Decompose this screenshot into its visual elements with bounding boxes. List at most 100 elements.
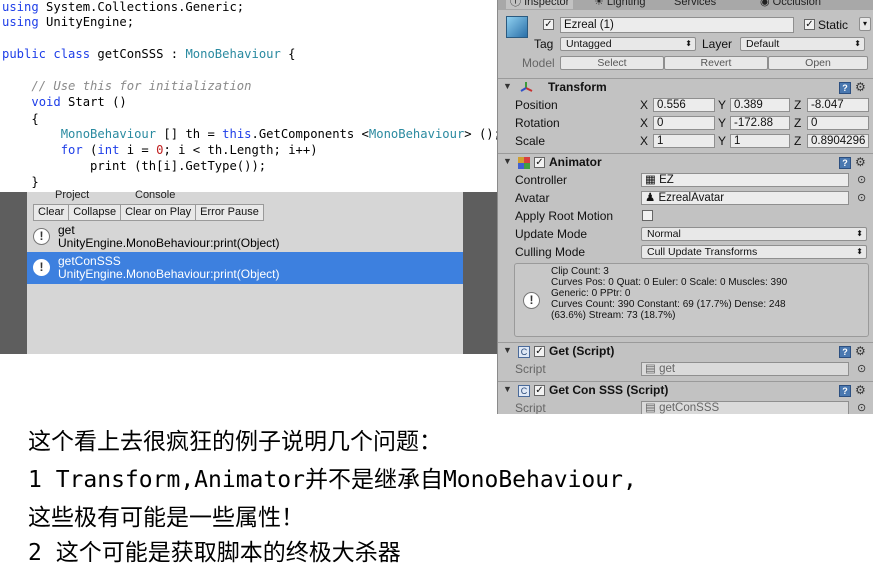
gear-icon[interactable]: ⚙	[855, 81, 866, 93]
caption-line: 1 Transform,Animator并不是继承自MonoBehaviour,	[28, 467, 637, 493]
transform-title: Transform	[548, 80, 607, 94]
animator-info-line: Generic: 0 PPtr: 0	[551, 288, 631, 299]
code-token: [] th =	[156, 127, 223, 141]
transform-scale-x-field[interactable]: 1	[653, 134, 715, 148]
axis-y-label: Y	[718, 116, 727, 130]
object-name-field[interactable]: Ezreal (1)	[560, 17, 794, 33]
avatar-field[interactable]: ♟ EzrealAvatar	[641, 191, 849, 205]
console-backdrop: Project Console Clear Collapse Clear on …	[0, 189, 497, 354]
tab-lighting[interactable]: ☀ Lighting	[594, 0, 645, 9]
gear-icon[interactable]: ⚙	[855, 384, 866, 396]
transform-rotation-y-field[interactable]: -172.88	[730, 116, 790, 130]
code-token: using	[2, 15, 39, 29]
tab-project[interactable]: Project	[55, 188, 89, 202]
model-revert-button[interactable]: Revert	[664, 56, 768, 70]
tab-services[interactable]: Services	[674, 0, 716, 9]
help-icon[interactable]: ?	[839, 157, 851, 169]
transform-scale-y-field[interactable]: 1	[730, 134, 790, 148]
code-token: {	[280, 47, 296, 61]
csharp-script-icon: C	[518, 385, 530, 397]
object-picker-icon[interactable]: ⊙	[857, 191, 866, 204]
gameobject-cube-icon	[506, 16, 528, 38]
code-token: MonoBehaviour	[60, 127, 157, 141]
transform-header[interactable]: ▼ Transform ? ⚙	[498, 78, 873, 96]
model-label: Model	[522, 56, 555, 70]
help-icon[interactable]: ?	[839, 385, 851, 397]
code-line: using System.Collections.Generic;	[2, 0, 244, 15]
clear-button[interactable]: Clear	[34, 205, 70, 220]
object-picker-icon[interactable]: ⊙	[857, 173, 866, 186]
gear-icon[interactable]: ⚙	[855, 345, 866, 357]
help-icon[interactable]: ?	[839, 82, 851, 94]
tag-dropdown[interactable]: Untagged ⬍	[560, 37, 696, 51]
code-editor[interactable]: using System.Collections.Generic; using U…	[0, 0, 497, 192]
layer-label: Layer	[702, 37, 733, 51]
active-checkbox[interactable]: ✓	[543, 19, 554, 30]
gear-icon[interactable]: ⚙	[855, 156, 866, 168]
transform-rotation-x-field[interactable]: 0	[653, 116, 715, 130]
transform-scale-z-field[interactable]: 0.8904296	[807, 134, 869, 148]
layer-dropdown[interactable]: Default ⬍	[740, 37, 865, 51]
getconsss-script-enabled-checkbox[interactable]: ✓	[534, 385, 545, 396]
getconsss-script-header[interactable]: ▼ C ✓ Get Con SSS (Script) ? ⚙	[498, 381, 873, 399]
transform-position-x-field[interactable]: 0.556	[653, 98, 715, 112]
tab-inspector[interactable]: ⓘ Inspector	[506, 0, 574, 9]
code-token: void	[31, 95, 61, 109]
code-token: MonoBehaviour	[185, 47, 281, 61]
update-mode-label: Update Mode	[515, 227, 588, 241]
static-label: Static	[818, 18, 849, 32]
tab-console[interactable]: Console	[135, 188, 175, 202]
code-line: {	[2, 111, 39, 127]
apply-root-motion-label: Apply Root Motion	[515, 209, 614, 223]
layer-value: Default	[746, 38, 780, 50]
culling-mode-dropdown[interactable]: Cull Update Transforms ⬍	[641, 245, 867, 259]
tag-label: Tag	[534, 37, 554, 51]
animator-enabled-checkbox[interactable]: ✓	[534, 157, 545, 168]
transform-position-y-field[interactable]: 0.389	[730, 98, 790, 112]
axis-y-label: Y	[718, 134, 727, 148]
code-token: // Use this for initialization	[31, 79, 252, 93]
code-token: this	[222, 127, 252, 141]
code-token: {	[2, 112, 39, 126]
collapse-button[interactable]: Collapse	[69, 205, 122, 220]
expand-triangle-icon: ▼	[503, 345, 512, 355]
expand-triangle-icon: ▼	[503, 156, 512, 166]
chevron-updown-icon: ⬍	[856, 229, 863, 238]
get-script-header[interactable]: ▼ C ✓ Get (Script) ? ⚙	[498, 342, 873, 360]
error-pause-button[interactable]: Error Pause	[196, 205, 263, 220]
help-icon[interactable]: ?	[839, 346, 851, 358]
script-label: Script	[515, 401, 546, 414]
get-script-enabled-checkbox[interactable]: ✓	[534, 346, 545, 357]
code-line: // Use this for initialization	[2, 78, 251, 94]
code-token: for	[60, 143, 83, 157]
tab-inspector-label: Inspector	[524, 0, 570, 8]
animator-header[interactable]: ▼ ✓ Animator ? ⚙	[498, 153, 873, 171]
console-panel: Project Console Clear Collapse Clear on …	[27, 189, 463, 354]
model-open-button[interactable]: Open	[768, 56, 868, 70]
apply-root-motion-checkbox[interactable]	[642, 210, 653, 221]
static-dropdown[interactable]: ▾	[859, 17, 871, 31]
axis-z-label: Z	[794, 134, 802, 148]
update-mode-dropdown[interactable]: Normal ⬍	[641, 227, 867, 241]
culling-mode-label: Culling Mode	[515, 245, 586, 259]
static-checkbox[interactable]: ✓	[804, 19, 815, 30]
transform-rotation-z-field[interactable]: 0	[807, 116, 869, 130]
transform-rotation-label: Rotation	[515, 116, 560, 130]
expand-triangle-icon: ▼	[503, 384, 512, 394]
model-select-button[interactable]: Select	[560, 56, 664, 70]
axis-z-label: Z	[794, 116, 802, 130]
code-line: public class getConSSS : MonoBehaviour {	[2, 46, 296, 62]
animator-icon	[518, 157, 530, 169]
chevron-updown-icon: ⬍	[854, 39, 861, 48]
clear-on-play-button[interactable]: Clear on Play	[121, 205, 197, 220]
code-token: ; i < th.Length; i++)	[163, 143, 318, 157]
chevron-updown-icon: ⬍	[685, 39, 692, 48]
code-token: UnityEngine;	[38, 15, 135, 29]
console-entry[interactable]: ! get UnityEngine.MonoBehaviour:print(Ob…	[27, 221, 463, 253]
tab-occlusion[interactable]: ◉ Occlusion	[760, 0, 821, 9]
caption-text-block: 这个看上去很疯狂的例子说明几个问题： 1 Transform,Animator并…	[0, 414, 879, 584]
controller-field[interactable]: ▦ EZ	[641, 173, 849, 187]
inspector-tabbar: ⓘ Inspector ☀ Lighting Services ◉ Occlus…	[498, 0, 873, 10]
console-entry-selected[interactable]: ! getConSSS UnityEngine.MonoBehaviour:pr…	[27, 252, 463, 284]
transform-position-z-field[interactable]: -8.047	[807, 98, 869, 112]
